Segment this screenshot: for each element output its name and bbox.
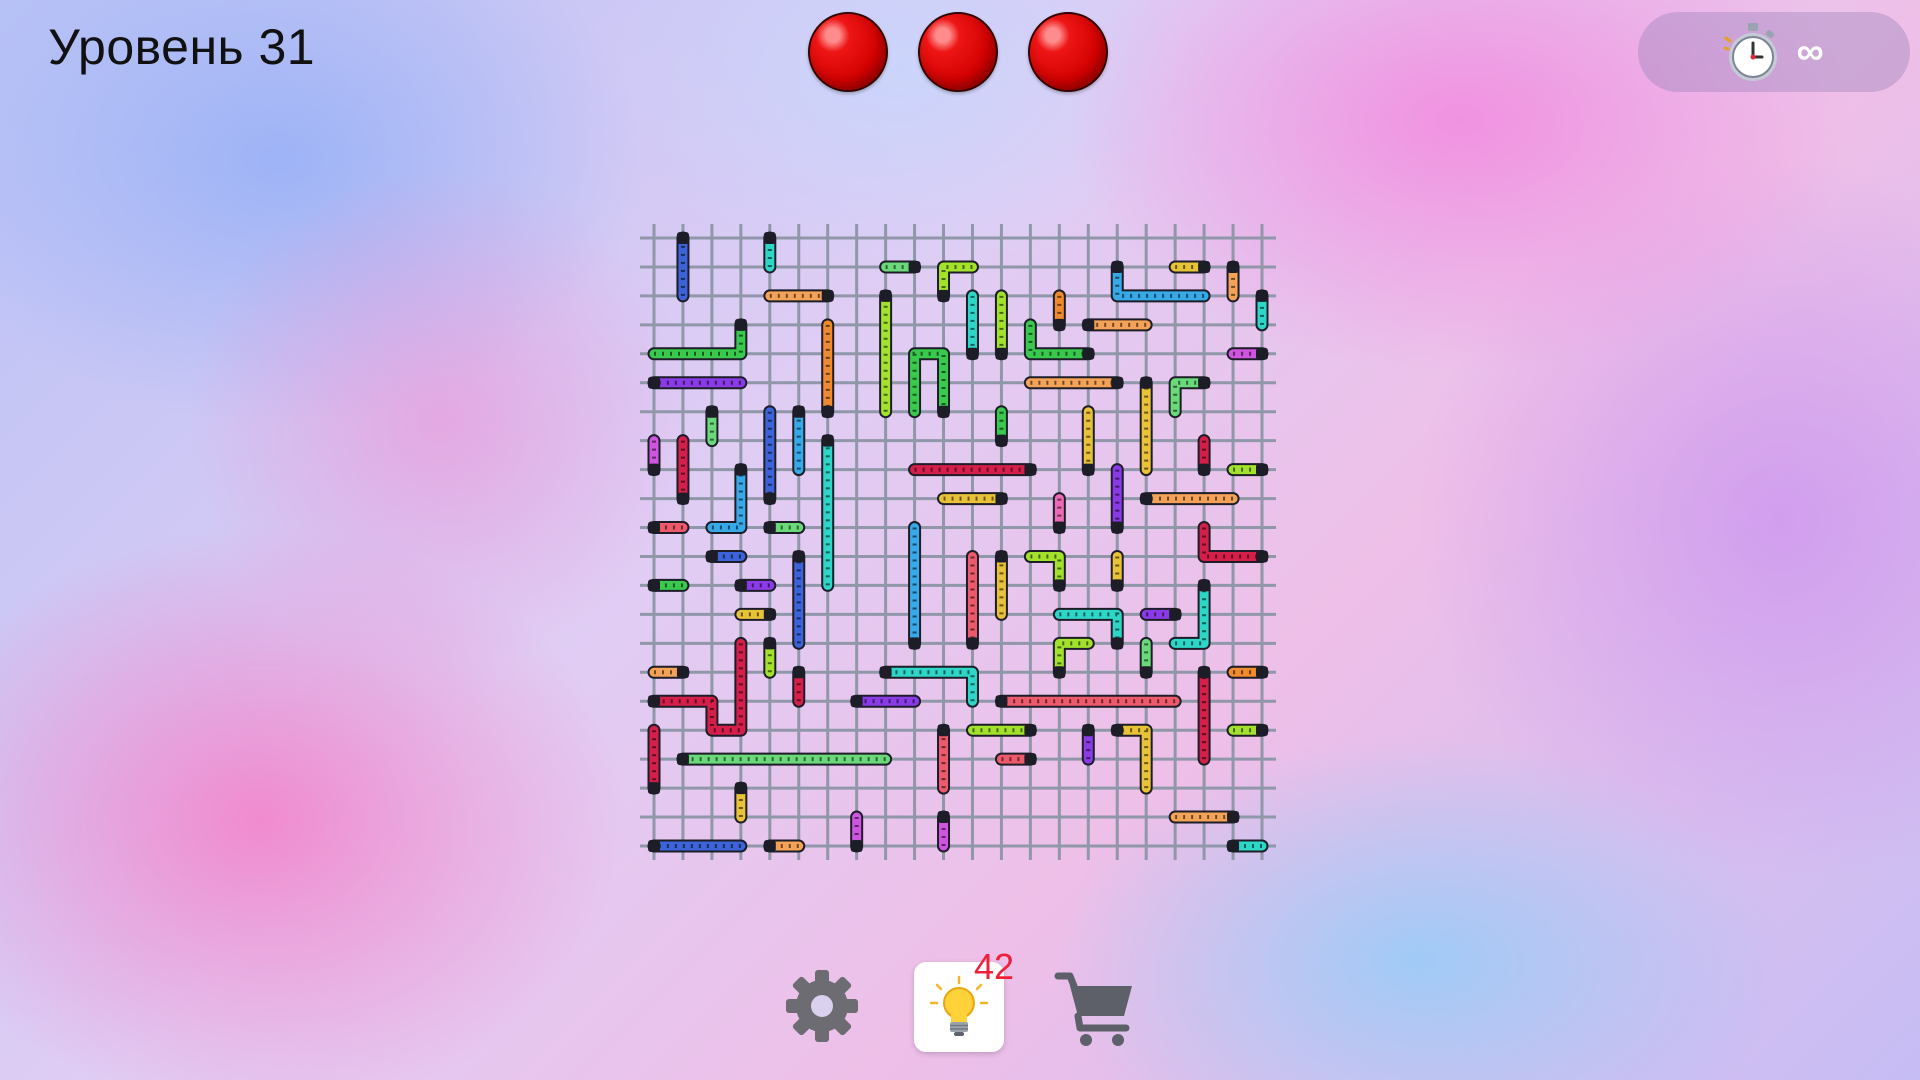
pipe-head bbox=[879, 289, 892, 302]
pipe-head bbox=[1256, 347, 1268, 360]
pipe-head bbox=[705, 405, 718, 418]
pipe-head bbox=[1256, 724, 1268, 737]
pipe-head bbox=[1227, 840, 1240, 852]
pipe-head bbox=[1024, 463, 1037, 476]
pipe-head bbox=[966, 347, 979, 360]
pipe-head bbox=[995, 347, 1008, 360]
pipe-head bbox=[648, 579, 660, 592]
pipe-head bbox=[908, 260, 921, 273]
pipe-head bbox=[1053, 666, 1066, 679]
pipe-head bbox=[1082, 318, 1095, 331]
pipe-head bbox=[734, 318, 747, 331]
pipe-head bbox=[1140, 492, 1153, 505]
timer-value: ∞ bbox=[1796, 30, 1824, 73]
pipe-head bbox=[734, 782, 747, 795]
stopwatch-icon bbox=[1724, 23, 1778, 81]
pipe-head bbox=[1169, 608, 1182, 621]
pipe-head bbox=[1140, 376, 1153, 389]
pipe-head bbox=[763, 492, 776, 505]
timer: ∞ bbox=[1638, 12, 1910, 92]
pipe-head bbox=[1198, 579, 1211, 592]
shopping-cart-icon[interactable] bbox=[1054, 966, 1138, 1050]
pipe-head bbox=[1111, 637, 1124, 650]
pipe-head bbox=[908, 637, 921, 650]
pipe-head bbox=[648, 840, 660, 852]
pipe-head bbox=[995, 550, 1008, 563]
pipe-head bbox=[648, 521, 660, 534]
pipe-head bbox=[648, 463, 660, 476]
pipe-head bbox=[676, 666, 689, 679]
pipe-head bbox=[1111, 724, 1124, 737]
pipe-head bbox=[1082, 347, 1095, 360]
pipe-head bbox=[648, 695, 660, 708]
pipe-head bbox=[850, 840, 863, 852]
pipe-head bbox=[937, 811, 950, 824]
pipe-head bbox=[879, 666, 892, 679]
pipe-head bbox=[705, 550, 718, 563]
pipe-outline bbox=[647, 636, 748, 737]
pipe-head bbox=[1256, 463, 1268, 476]
pipe-head bbox=[648, 376, 660, 389]
pipe-head bbox=[1198, 666, 1211, 679]
pipe-head bbox=[676, 492, 689, 505]
pipe-head bbox=[995, 434, 1008, 447]
pipe-head bbox=[966, 637, 979, 650]
pipe-head bbox=[995, 695, 1008, 708]
pipe-head bbox=[821, 405, 834, 418]
gear-icon[interactable] bbox=[782, 966, 862, 1046]
pipe-head bbox=[734, 579, 747, 592]
pipe-head bbox=[734, 463, 747, 476]
pipe-head bbox=[1256, 666, 1268, 679]
pipe-head bbox=[1111, 260, 1124, 273]
pipe-head bbox=[1111, 376, 1124, 389]
pipe-head bbox=[1198, 260, 1211, 273]
pipe-head bbox=[1198, 463, 1211, 476]
pipe-head bbox=[1053, 579, 1066, 592]
pipe-head bbox=[1227, 811, 1240, 824]
hint-count-badge: 42 bbox=[974, 946, 1015, 987]
pipe-head bbox=[792, 405, 805, 418]
pipe-head bbox=[821, 434, 834, 447]
pipe-head bbox=[792, 666, 805, 679]
pipe-head bbox=[763, 637, 776, 650]
pipe-head bbox=[995, 492, 1008, 505]
pipe-head bbox=[1140, 666, 1153, 679]
pipe-head bbox=[676, 753, 689, 766]
pipe-head bbox=[1111, 579, 1124, 592]
life-indicator bbox=[1028, 12, 1108, 92]
pipe-head bbox=[1024, 753, 1037, 766]
pipe-head bbox=[937, 405, 950, 418]
pipe-head bbox=[1024, 724, 1037, 737]
pipe-head bbox=[1111, 521, 1124, 534]
puzzle-board[interactable] bbox=[638, 222, 1278, 862]
life-indicator bbox=[808, 12, 888, 92]
life-indicator bbox=[918, 12, 998, 92]
pipe-piece bbox=[649, 320, 746, 359]
pipe-head bbox=[1198, 376, 1211, 389]
pipe-head bbox=[850, 695, 863, 708]
pipe-head bbox=[821, 289, 834, 302]
pipe-head bbox=[648, 782, 660, 795]
pipe-piece bbox=[649, 638, 746, 735]
pipe-head bbox=[1053, 318, 1066, 331]
pipe-head bbox=[1082, 463, 1095, 476]
pipe-head bbox=[1256, 550, 1268, 563]
pipe-head bbox=[937, 724, 950, 737]
pipe-head bbox=[1256, 289, 1268, 302]
pipe-head bbox=[1227, 260, 1240, 273]
pipe-head bbox=[792, 550, 805, 563]
pipe-head bbox=[1053, 521, 1066, 534]
pipe-head bbox=[763, 232, 776, 244]
pipe-head bbox=[763, 608, 776, 621]
pipe-head bbox=[1082, 724, 1095, 737]
pipe-head bbox=[937, 289, 950, 302]
pipe-head bbox=[763, 840, 776, 852]
pipe-head bbox=[676, 232, 689, 244]
level-title: Уровень 31 bbox=[48, 19, 316, 75]
lives bbox=[808, 12, 1108, 92]
pipe-head bbox=[763, 521, 776, 534]
pipe-texture bbox=[654, 643, 743, 733]
